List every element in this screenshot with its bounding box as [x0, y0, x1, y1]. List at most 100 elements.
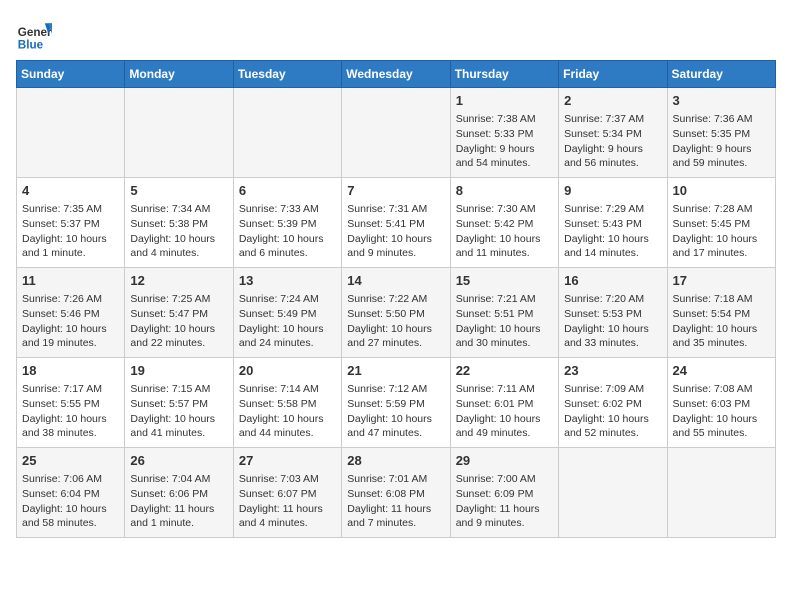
- day-info: Sunrise: 7:08 AM Sunset: 6:03 PM Dayligh…: [673, 382, 770, 441]
- table-cell: 9 Sunrise: 7:29 AM Sunset: 5:43 PM Daylig…: [559, 178, 667, 268]
- day-number: 20: [239, 362, 336, 380]
- day-info: Sunrise: 7:17 AM Sunset: 5:55 PM Dayligh…: [22, 382, 119, 441]
- table-cell: 25 Sunrise: 7:06 AM Sunset: 6:04 PM Dayli…: [17, 448, 125, 538]
- day-info: Sunrise: 7:33 AM Sunset: 5:39 PM Dayligh…: [239, 202, 336, 261]
- table-cell: 27 Sunrise: 7:03 AM Sunset: 6:07 PM Dayli…: [233, 448, 341, 538]
- day-number: 1: [456, 92, 553, 110]
- table-cell: 14 Sunrise: 7:22 AM Sunset: 5:50 PM Dayli…: [342, 268, 450, 358]
- day-number: 27: [239, 452, 336, 470]
- table-cell: 11 Sunrise: 7:26 AM Sunset: 5:46 PM Dayli…: [17, 268, 125, 358]
- day-info: Sunrise: 7:01 AM Sunset: 6:08 PM Dayligh…: [347, 472, 444, 531]
- day-number: 7: [347, 182, 444, 200]
- calendar-row: 11 Sunrise: 7:26 AM Sunset: 5:46 PM Dayli…: [17, 268, 776, 358]
- table-cell: 1 Sunrise: 7:38 AM Sunset: 5:33 PM Daylig…: [450, 88, 558, 178]
- logo-icon: General Blue: [16, 16, 52, 52]
- table-cell: 6 Sunrise: 7:33 AM Sunset: 5:39 PM Daylig…: [233, 178, 341, 268]
- day-number: 16: [564, 272, 661, 290]
- day-info: Sunrise: 7:26 AM Sunset: 5:46 PM Dayligh…: [22, 292, 119, 351]
- table-cell: [667, 448, 775, 538]
- table-cell: 18 Sunrise: 7:17 AM Sunset: 5:55 PM Dayli…: [17, 358, 125, 448]
- table-cell: 7 Sunrise: 7:31 AM Sunset: 5:41 PM Daylig…: [342, 178, 450, 268]
- table-cell: 3Sunrise: 7:36 AM Sunset: 5:35 PM Daylig…: [667, 88, 775, 178]
- day-info: Sunrise: 7:37 AM Sunset: 5:34 PM Dayligh…: [564, 112, 661, 171]
- day-number: 15: [456, 272, 553, 290]
- day-number: 25: [22, 452, 119, 470]
- day-number: 12: [130, 272, 227, 290]
- day-info: Sunrise: 7:18 AM Sunset: 5:54 PM Dayligh…: [673, 292, 770, 351]
- table-cell: 26 Sunrise: 7:04 AM Sunset: 6:06 PM Dayli…: [125, 448, 233, 538]
- day-info: Sunrise: 7:30 AM Sunset: 5:42 PM Dayligh…: [456, 202, 553, 261]
- day-info: Sunrise: 7:15 AM Sunset: 5:57 PM Dayligh…: [130, 382, 227, 441]
- col-thursday: Thursday: [450, 61, 558, 88]
- day-number: 14: [347, 272, 444, 290]
- table-cell: 15 Sunrise: 7:21 AM Sunset: 5:51 PM Dayli…: [450, 268, 558, 358]
- day-number: 10: [673, 182, 770, 200]
- day-number: 11: [22, 272, 119, 290]
- table-cell: 5 Sunrise: 7:34 AM Sunset: 5:38 PM Daylig…: [125, 178, 233, 268]
- day-number: 17: [673, 272, 770, 290]
- table-cell: 13 Sunrise: 7:24 AM Sunset: 5:49 PM Dayli…: [233, 268, 341, 358]
- page-header: General Blue: [16, 16, 776, 52]
- day-number: 9: [564, 182, 661, 200]
- table-cell: 20 Sunrise: 7:14 AM Sunset: 5:58 PM Dayli…: [233, 358, 341, 448]
- day-info: Sunrise: 7:38 AM Sunset: 5:33 PM Dayligh…: [456, 112, 553, 171]
- day-number: 26: [130, 452, 227, 470]
- day-info: Sunrise: 7:25 AM Sunset: 5:47 PM Dayligh…: [130, 292, 227, 351]
- table-cell: 22Sunrise: 7:11 AM Sunset: 6:01 PM Dayli…: [450, 358, 558, 448]
- table-cell: 8 Sunrise: 7:30 AM Sunset: 5:42 PM Daylig…: [450, 178, 558, 268]
- day-info: Sunrise: 7:31 AM Sunset: 5:41 PM Dayligh…: [347, 202, 444, 261]
- day-number: 19: [130, 362, 227, 380]
- day-info: Sunrise: 7:36 AM Sunset: 5:35 PM Dayligh…: [673, 112, 770, 171]
- day-info: Sunrise: 7:21 AM Sunset: 5:51 PM Dayligh…: [456, 292, 553, 351]
- calendar-row: 1 Sunrise: 7:38 AM Sunset: 5:33 PM Daylig…: [17, 88, 776, 178]
- table-cell: [233, 88, 341, 178]
- day-number: 13: [239, 272, 336, 290]
- calendar-header: Sunday Monday Tuesday Wednesday Thursday…: [17, 61, 776, 88]
- col-wednesday: Wednesday: [342, 61, 450, 88]
- day-number: 5: [130, 182, 227, 200]
- table-cell: 24 Sunrise: 7:08 AM Sunset: 6:03 PM Dayli…: [667, 358, 775, 448]
- day-info: Sunrise: 7:29 AM Sunset: 5:43 PM Dayligh…: [564, 202, 661, 261]
- day-info: Sunrise: 7:04 AM Sunset: 6:06 PM Dayligh…: [130, 472, 227, 531]
- day-number: 6: [239, 182, 336, 200]
- calendar-row: 4 Sunrise: 7:35 AM Sunset: 5:37 PM Daylig…: [17, 178, 776, 268]
- day-info: Sunrise: 7:20 AM Sunset: 5:53 PM Dayligh…: [564, 292, 661, 351]
- table-cell: 21 Sunrise: 7:12 AM Sunset: 5:59 PM Dayli…: [342, 358, 450, 448]
- table-cell: [17, 88, 125, 178]
- table-cell: [342, 88, 450, 178]
- table-cell: 29 Sunrise: 7:00 AM Sunset: 6:09 PM Dayli…: [450, 448, 558, 538]
- table-cell: 19 Sunrise: 7:15 AM Sunset: 5:57 PM Dayli…: [125, 358, 233, 448]
- col-tuesday: Tuesday: [233, 61, 341, 88]
- day-info: Sunrise: 7:00 AM Sunset: 6:09 PM Dayligh…: [456, 472, 553, 531]
- day-number: 24: [673, 362, 770, 380]
- day-info: Sunrise: 7:03 AM Sunset: 6:07 PM Dayligh…: [239, 472, 336, 531]
- col-saturday: Saturday: [667, 61, 775, 88]
- day-info: Sunrise: 7:09 AM Sunset: 6:02 PM Dayligh…: [564, 382, 661, 441]
- calendar-row: 18 Sunrise: 7:17 AM Sunset: 5:55 PM Dayli…: [17, 358, 776, 448]
- day-number: 29: [456, 452, 553, 470]
- calendar-row: 25 Sunrise: 7:06 AM Sunset: 6:04 PM Dayli…: [17, 448, 776, 538]
- day-number: 18: [22, 362, 119, 380]
- col-monday: Monday: [125, 61, 233, 88]
- day-info: Sunrise: 7:34 AM Sunset: 5:38 PM Dayligh…: [130, 202, 227, 261]
- day-number: 8: [456, 182, 553, 200]
- table-cell: 23Sunrise: 7:09 AM Sunset: 6:02 PM Dayli…: [559, 358, 667, 448]
- table-cell: [125, 88, 233, 178]
- day-number: 4: [22, 182, 119, 200]
- day-info: Sunrise: 7:12 AM Sunset: 5:59 PM Dayligh…: [347, 382, 444, 441]
- col-friday: Friday: [559, 61, 667, 88]
- header-row: Sunday Monday Tuesday Wednesday Thursday…: [17, 61, 776, 88]
- table-cell: 12 Sunrise: 7:25 AM Sunset: 5:47 PM Dayli…: [125, 268, 233, 358]
- table-cell: 4 Sunrise: 7:35 AM Sunset: 5:37 PM Daylig…: [17, 178, 125, 268]
- table-cell: 2 Sunrise: 7:37 AM Sunset: 5:34 PM Daylig…: [559, 88, 667, 178]
- svg-text:Blue: Blue: [18, 38, 44, 51]
- day-info: Sunrise: 7:24 AM Sunset: 5:49 PM Dayligh…: [239, 292, 336, 351]
- day-info: Sunrise: 7:35 AM Sunset: 5:37 PM Dayligh…: [22, 202, 119, 261]
- day-info: Sunrise: 7:28 AM Sunset: 5:45 PM Dayligh…: [673, 202, 770, 261]
- day-info: Sunrise: 7:06 AM Sunset: 6:04 PM Dayligh…: [22, 472, 119, 531]
- day-info: Sunrise: 7:14 AM Sunset: 5:58 PM Dayligh…: [239, 382, 336, 441]
- day-number: 2: [564, 92, 661, 110]
- day-number: 21: [347, 362, 444, 380]
- day-info: Sunrise: 7:22 AM Sunset: 5:50 PM Dayligh…: [347, 292, 444, 351]
- table-cell: 28Sunrise: 7:01 AM Sunset: 6:08 PM Dayli…: [342, 448, 450, 538]
